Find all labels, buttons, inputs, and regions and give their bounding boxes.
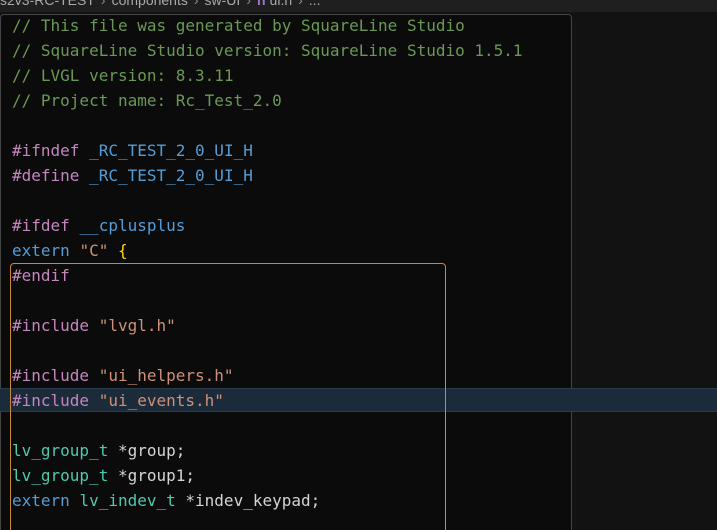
code-line[interactable]: ​ (12, 113, 523, 138)
code-token: "C" (79, 241, 109, 260)
code-token: #ifdef (12, 216, 70, 235)
chevron-right-icon: › (100, 0, 106, 8)
code-token: #ifndef (12, 141, 80, 160)
code-token: extern (12, 241, 70, 260)
breadcrumb-item-components[interactable]: components (112, 0, 188, 8)
breadcrumb: s2v3-RC-TEST › components › sw-UI › h ui.h ›... (0, 0, 717, 9)
code-token: group; (127, 441, 186, 460)
code-token: * (108, 466, 128, 485)
code-line[interactable]: ​ (12, 413, 523, 438)
code-line[interactable]: // Project name: Rc_Test_2.0 (12, 88, 523, 113)
code-line[interactable]: ​ (12, 288, 523, 313)
code-line[interactable]: #endif (12, 263, 523, 288)
code-token: #endif (12, 266, 70, 285)
code-line[interactable]: lv_group_t *group1; (12, 463, 523, 488)
code-token: lv_group_t (12, 441, 109, 460)
code-token: * (175, 491, 196, 510)
code-token: // This file was generated by SquareLine… (12, 16, 465, 35)
code-token: "ui_events.h" (98, 391, 224, 410)
code-line[interactable]: extern "C" { (12, 238, 523, 263)
code-token: _RC_TEST_2_0_UI_H (89, 141, 253, 160)
code-token: // LVGL version: 8.3.11 (12, 66, 234, 85)
code-line[interactable]: // This file was generated by SquareLine… (12, 13, 523, 38)
code-line[interactable]: #include "ui_helpers.h" (12, 363, 523, 388)
code-line[interactable]: ​ (12, 338, 523, 363)
header-file-icon: h (256, 0, 266, 8)
editor-window: s2v3-RC-TEST › components › sw-UI › h ui.h ›... … (0, 0, 717, 530)
breadcrumb-item-sw-ui[interactable]: sw-UI (205, 0, 241, 8)
code-token: indev_keypad; (195, 491, 321, 510)
code-line[interactable]: #ifndef _RC_TEST_2_0_UI_H (12, 138, 523, 163)
code-line[interactable]: ​ (12, 188, 523, 213)
breadcrumb-item-project[interactable]: s2v3-RC-TEST (0, 0, 95, 8)
code-line[interactable]: #include "lvgl.h" (12, 313, 523, 338)
chevron-right-icon: › (246, 0, 251, 8)
code-token: _RC_TEST_2_0_UI_H (89, 166, 253, 185)
breadcrumb-item-symbols[interactable]: ... (309, 0, 321, 8)
code-line[interactable]: // SquareLine Studio version: SquareLine… (12, 38, 523, 63)
code-token: lv_indev_t (79, 491, 176, 510)
breadcrumb-item-file[interactable]: ui.h (270, 0, 293, 8)
code-token: group1; (127, 466, 196, 485)
code-line[interactable]: // LVGL version: 8.3.11 (12, 63, 523, 88)
chevron-right-icon: › (298, 0, 303, 8)
code-token: // Project name: Rc_Test_2.0 (12, 91, 282, 110)
code-token: #define (12, 166, 80, 185)
code-token: "lvgl.h" (98, 316, 176, 335)
code-token: extern (12, 491, 70, 510)
code-view[interactable]: // This file was generated by SquareLine… (12, 13, 523, 513)
code-token: "ui_helpers.h" (98, 366, 234, 385)
code-line[interactable]: #include "ui_events.h" (12, 388, 523, 413)
code-token: { (117, 241, 128, 260)
code-token: #include (12, 366, 90, 385)
code-line[interactable]: #define _RC_TEST_2_0_UI_H (12, 163, 523, 188)
code-token: __cplusplus (79, 216, 186, 235)
code-token: #include (12, 316, 90, 335)
code-token: #include (12, 391, 90, 410)
code-token: lv_group_t (12, 466, 109, 485)
code-line[interactable]: lv_group_t *group; (12, 438, 523, 463)
code-line[interactable]: extern lv_indev_t *indev_keypad; (12, 488, 523, 513)
code-token: * (108, 441, 128, 460)
chevron-right-icon: › (193, 0, 199, 8)
code-token: // SquareLine Studio version: SquareLine… (12, 41, 523, 60)
code-line[interactable]: #ifdef __cplusplus (12, 213, 523, 238)
